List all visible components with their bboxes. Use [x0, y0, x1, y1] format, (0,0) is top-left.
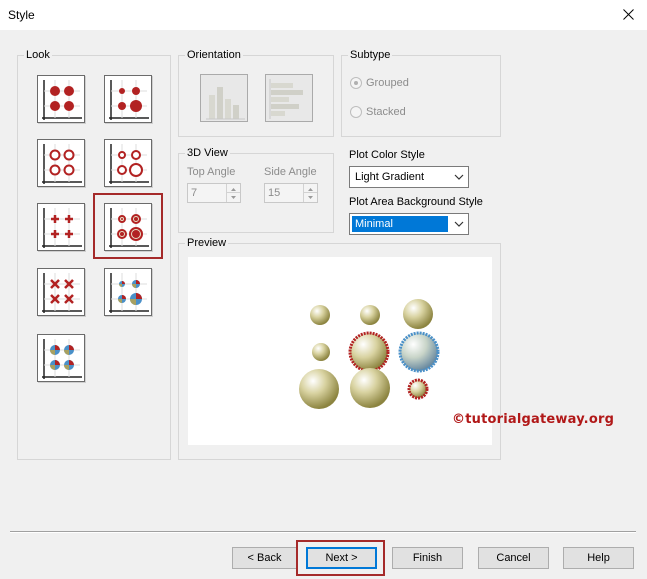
- look-option-ring-bubbles-varied[interactable]: [104, 139, 152, 187]
- look-option-pie-bubbles[interactable]: [37, 334, 85, 382]
- next-button[interactable]: Next >: [306, 547, 377, 569]
- radio-checked-icon: [350, 77, 362, 89]
- help-button[interactable]: Help: [563, 547, 634, 569]
- close-button[interactable]: [611, 0, 647, 30]
- cancel-button[interactable]: Cancel: [478, 547, 549, 569]
- preview-bubble: [360, 305, 380, 325]
- top-angle-spinner[interactable]: 7: [187, 183, 241, 203]
- plot-color-style-select[interactable]: Light Gradient: [349, 166, 469, 188]
- plot-area-background-value: Minimal: [352, 216, 448, 232]
- plot-color-style-value: Light Gradient: [355, 171, 425, 183]
- subtype-grouped-radio[interactable]: Grouped: [350, 77, 409, 89]
- look-option-cross-markers[interactable]: [37, 203, 85, 251]
- preview-bubble: [310, 305, 330, 325]
- look-option-x-markers[interactable]: [37, 268, 85, 316]
- x-markers-icon: [42, 273, 82, 313]
- pie-bubbles-varied-icon: [109, 273, 149, 313]
- look-option-solid-bubbles[interactable]: [37, 75, 85, 123]
- title-bar: Style: [0, 0, 647, 30]
- look-option-ring-bubbles[interactable]: [37, 139, 85, 187]
- side-angle-spinner[interactable]: 15: [264, 183, 318, 203]
- window-title: Style: [8, 8, 35, 22]
- solid-bubbles-icon: [42, 80, 82, 120]
- preview-bubble: [299, 369, 339, 409]
- subtype-grouped-label: Grouped: [366, 77, 409, 89]
- preview-bubble: [350, 368, 390, 408]
- subtype-stacked-label: Stacked: [366, 106, 406, 118]
- plot-area-background-label: Plot Area Background Style: [349, 196, 483, 208]
- subtype-stacked-radio[interactable]: Stacked: [350, 106, 406, 118]
- spin-up-icon[interactable]: [227, 184, 240, 193]
- footer-separator: [10, 531, 636, 533]
- side-angle-label: Side Angle: [264, 166, 317, 178]
- orientation-group-label: Orientation: [185, 48, 243, 62]
- finish-button[interactable]: Finish: [392, 547, 463, 569]
- plot-color-style-label: Plot Color Style: [349, 149, 425, 161]
- look-selection-highlight: [93, 193, 163, 259]
- preview-bubble: [398, 331, 440, 373]
- look-option-pie-bubbles-varied[interactable]: [104, 268, 152, 316]
- preview-bubble-chart: [299, 299, 440, 409]
- side-angle-value: 15: [268, 187, 281, 199]
- watermark-text: ©tutorialgateway.org: [452, 412, 615, 427]
- look-group-label: Look: [24, 48, 52, 62]
- preview-bubble: [312, 343, 330, 361]
- subtype-group-label: Subtype: [348, 48, 393, 62]
- ring-bubbles-icon: [42, 144, 82, 184]
- chevron-down-icon: [454, 221, 464, 227]
- cross-markers-icon: [42, 208, 82, 248]
- preview-bubble: [407, 378, 429, 400]
- preview-bubble: [403, 299, 433, 329]
- spin-down-icon[interactable]: [304, 193, 317, 202]
- subtype-group: Subtype: [341, 48, 501, 137]
- ring-bubbles-varied-icon: [109, 144, 149, 184]
- orientation-vertical-button[interactable]: [200, 74, 248, 122]
- look-option-solid-bubbles-varied[interactable]: [104, 75, 152, 123]
- close-icon: [623, 9, 634, 20]
- preview-canvas: [188, 257, 492, 445]
- 3d-view-group-label: 3D View: [185, 146, 230, 160]
- solid-bubbles-varied-icon: [109, 80, 149, 120]
- top-angle-label: Top Angle: [187, 166, 236, 178]
- chevron-down-icon: [454, 174, 464, 180]
- horizontal-bars-icon: [269, 79, 303, 119]
- preview-bubble: [348, 331, 390, 373]
- pie-bubbles-icon: [42, 339, 82, 379]
- radio-unchecked-icon: [350, 106, 362, 118]
- preview-group-label: Preview: [185, 236, 229, 250]
- orientation-horizontal-button[interactable]: [265, 74, 313, 122]
- top-angle-value: 7: [191, 187, 198, 199]
- spin-up-icon[interactable]: [304, 184, 317, 193]
- vertical-bars-icon: [206, 87, 245, 120]
- spin-down-icon[interactable]: [227, 193, 240, 202]
- plot-area-background-select[interactable]: Minimal: [349, 213, 469, 235]
- back-button[interactable]: < Back: [232, 547, 297, 569]
